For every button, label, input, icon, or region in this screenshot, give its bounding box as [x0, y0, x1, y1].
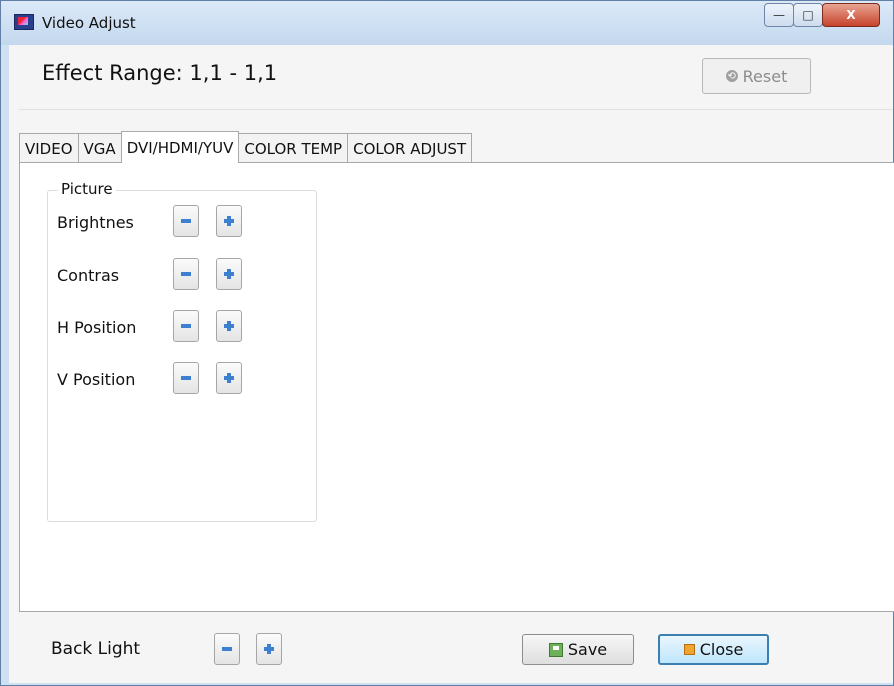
- minus-icon: [181, 324, 191, 328]
- reset-button[interactable]: ⟲ Reset: [702, 58, 811, 94]
- h-position-increase-button[interactable]: [216, 310, 242, 342]
- minus-icon: [181, 272, 191, 276]
- close-icon: [683, 644, 695, 655]
- plus-icon: [224, 216, 234, 226]
- brightness-decrease-button[interactable]: [173, 205, 199, 237]
- tab-color-temp[interactable]: COLOR TEMP: [238, 133, 349, 163]
- contrast-label: Contras: [57, 266, 120, 285]
- v-position-label: V Position: [57, 370, 136, 389]
- tab-color-adjust[interactable]: COLOR ADJUST: [347, 133, 473, 163]
- contrast-decrease-button[interactable]: [173, 258, 199, 290]
- plus-icon: [224, 373, 234, 383]
- h-position-label: H Position: [57, 318, 137, 337]
- maximize-button[interactable]: □: [793, 3, 823, 27]
- h-position-decrease-button[interactable]: [173, 310, 199, 342]
- window-close-button[interactable]: X: [822, 3, 880, 27]
- v-position-increase-button[interactable]: [216, 362, 242, 394]
- minus-icon: [181, 219, 191, 223]
- plus-icon: [264, 644, 274, 654]
- save-button[interactable]: Save: [522, 634, 634, 665]
- picture-group-title: Picture: [58, 180, 116, 198]
- contrast-increase-button[interactable]: [216, 258, 242, 290]
- app-monitor-icon: [14, 14, 34, 30]
- backlight-increase-button[interactable]: [256, 633, 282, 665]
- backlight-decrease-button[interactable]: [214, 633, 240, 665]
- minimize-button[interactable]: —: [764, 3, 794, 27]
- save-label: Save: [567, 640, 608, 659]
- close-button[interactable]: Close: [658, 634, 769, 665]
- title-bar[interactable]: Video Adjust — □ X: [1, 1, 893, 45]
- effect-range-label: Effect Range: 1,1 - 1,1: [42, 61, 278, 85]
- picture-group: [47, 190, 317, 522]
- brightness-label: Brightnes: [57, 213, 134, 232]
- v-position-decrease-button[interactable]: [173, 362, 199, 394]
- tab-video[interactable]: VIDEO: [19, 133, 79, 163]
- header-separator: [19, 109, 893, 110]
- close-label: Close: [699, 640, 744, 659]
- tab-bar: VIDEO VGA DVI/HDMI/YUV COLOR TEMP COLOR …: [19, 131, 473, 163]
- plus-icon: [224, 321, 234, 331]
- tab-vga[interactable]: VGA: [77, 133, 122, 163]
- tab-dvi-hdmi-yuv[interactable]: DVI/HDMI/YUV: [120, 131, 240, 163]
- video-adjust-window: Video Adjust — □ X Effect Range: 1,1 - 1…: [0, 0, 894, 686]
- brightness-increase-button[interactable]: [216, 205, 242, 237]
- reset-label: Reset: [742, 66, 788, 86]
- minus-icon: [181, 376, 191, 380]
- window-title: Video Adjust: [42, 14, 136, 32]
- minus-icon: [222, 647, 232, 651]
- reset-icon: ⟲: [725, 70, 738, 82]
- save-icon: [548, 642, 563, 657]
- plus-icon: [224, 269, 234, 279]
- backlight-label: Back Light: [51, 639, 141, 659]
